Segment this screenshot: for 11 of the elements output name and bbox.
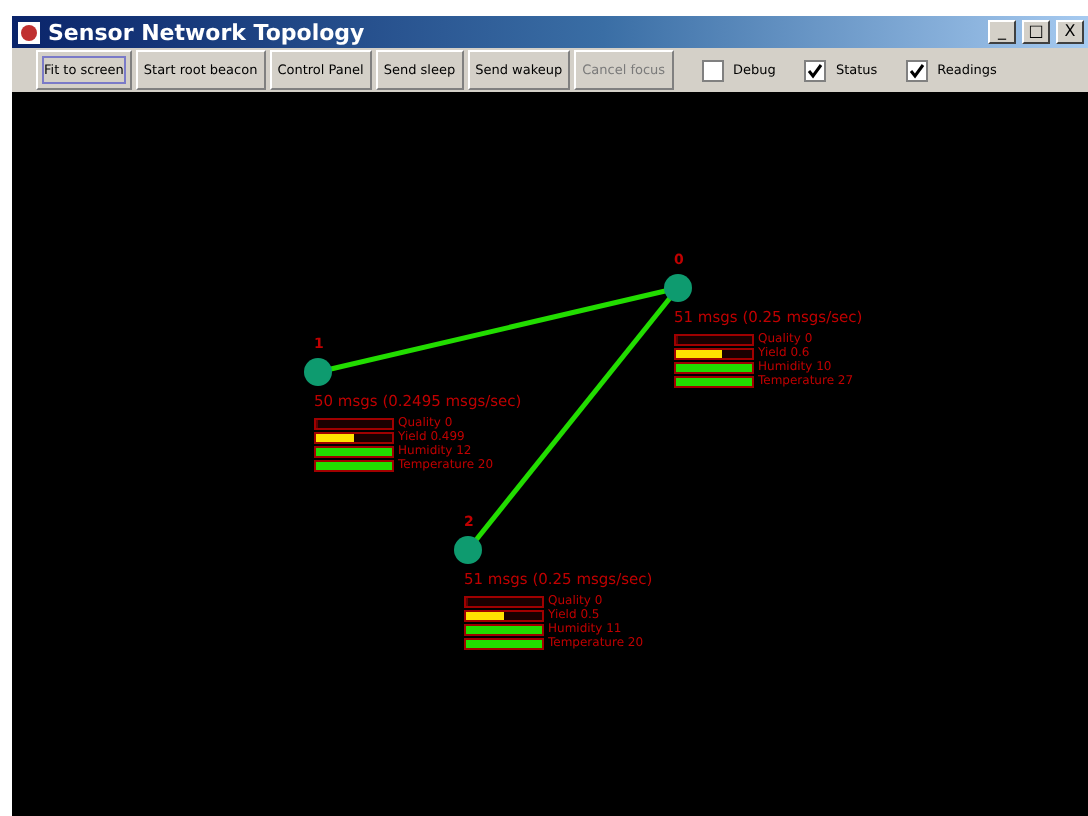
sensor-node[interactable] — [454, 536, 482, 564]
window-control-button[interactable]: _ — [988, 20, 1016, 44]
window-control-button[interactable]: □ — [1022, 20, 1050, 44]
checkbox[interactable] — [701, 59, 724, 81]
checkbox[interactable] — [803, 59, 826, 81]
app-icon — [16, 19, 42, 45]
checkbox[interactable] — [905, 59, 928, 81]
sensor-node[interactable] — [664, 274, 692, 302]
sensor-node[interactable] — [304, 358, 332, 386]
window-control-button[interactable]: X — [1056, 20, 1084, 44]
window-title: Sensor Network Topology — [48, 19, 367, 45]
